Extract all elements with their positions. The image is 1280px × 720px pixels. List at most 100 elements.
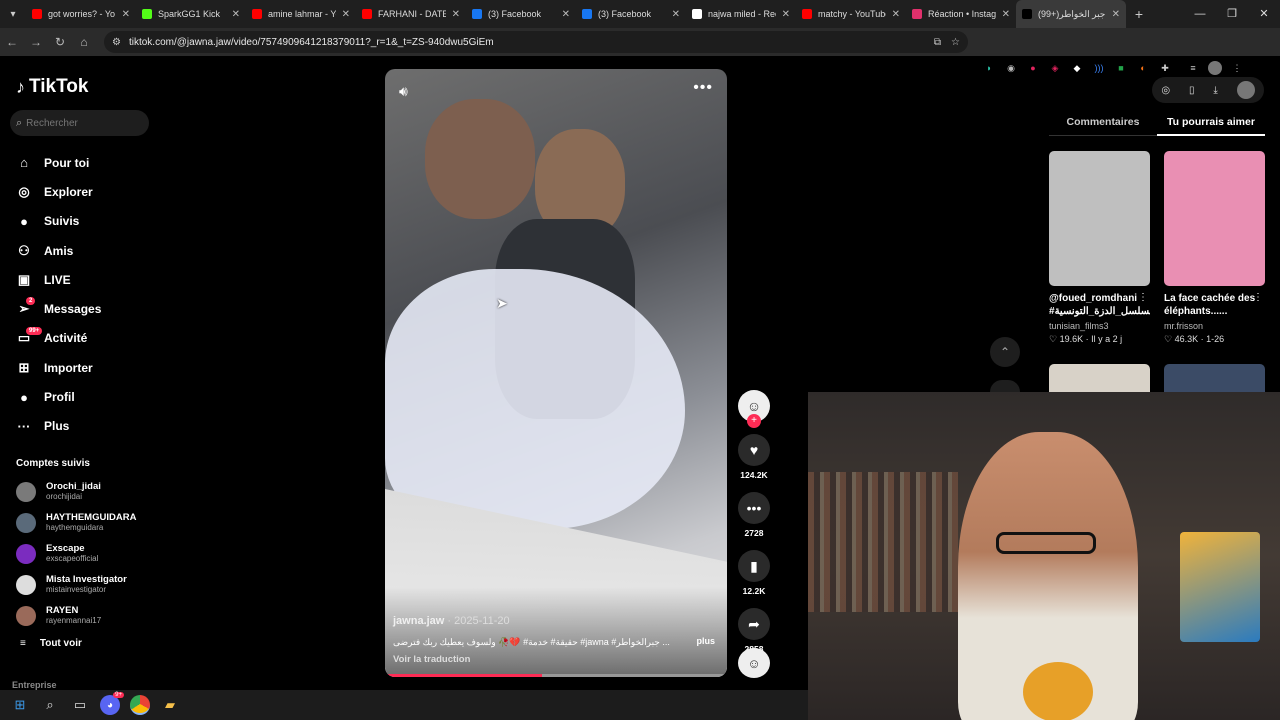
extension-pink-icon[interactable]: ◈ xyxy=(1048,61,1062,75)
browser-tab[interactable]: amine lahmar - Yo ✕ xyxy=(246,0,356,28)
followed-account[interactable]: Exscape exscapeofficial xyxy=(16,538,136,569)
reading-list-icon[interactable]: ≡ xyxy=(1186,61,1200,75)
extension-green-icon[interactable]: ■ xyxy=(1114,61,1128,75)
share-icon[interactable]: ➦ xyxy=(738,608,770,640)
home-button-icon[interactable]: ⌂ xyxy=(72,35,96,49)
tab-close-icon[interactable]: ✕ xyxy=(782,9,790,20)
forward-icon[interactable]: → xyxy=(24,35,48,49)
browser-tab[interactable]: SparkGG1 Kick ✕ xyxy=(136,0,246,28)
new-tab-icon[interactable]: + xyxy=(1126,6,1152,22)
card-more-icon[interactable]: ⋮ xyxy=(1253,292,1263,303)
recommended-video-card[interactable]: La face cachée des éléphants...... mr.fri… xyxy=(1164,151,1265,345)
restore-icon[interactable]: ❐ xyxy=(1216,0,1248,28)
previous-video-chevron-icon[interactable]: ⌃ xyxy=(990,337,1020,367)
recommended-video-card[interactable]: @foued_romdhani #مسلسل_الدزة_التونسية tun… xyxy=(1049,151,1150,345)
followed-account[interactable]: HAYTHEMGUIDARA haythemguidara xyxy=(16,507,136,538)
extension-orange-icon[interactable]: ◐ xyxy=(1136,61,1150,75)
see-all-button[interactable]: ≡ Tout voir xyxy=(20,638,82,649)
sound-disc-icon[interactable]: ☺ xyxy=(738,648,770,678)
followed-account[interactable]: Orochi_jidai orochijidai xyxy=(16,476,136,507)
card-more-icon[interactable]: ⋮ xyxy=(1138,292,1148,303)
profile-avatar-icon[interactable] xyxy=(1208,61,1222,75)
extensions-puzzle-icon[interactable]: ✚ xyxy=(1158,61,1172,75)
tab-close-icon[interactable]: ✕ xyxy=(562,9,570,20)
tiktok-logo[interactable]: ♪ TikTok xyxy=(16,76,88,98)
browser-menu-icon[interactable]: ⋮ xyxy=(1230,61,1244,75)
nav-item-pourtoi[interactable]: ⌂ Pour toi xyxy=(16,148,101,177)
nav-item-explorer[interactable]: ◎ Explorer xyxy=(16,177,101,206)
discord-icon[interactable]: ◕ 9+ xyxy=(100,692,124,715)
extension-diamond-icon[interactable]: ◆ xyxy=(1070,61,1084,75)
nav-item-suivis[interactable]: ● Suivis xyxy=(16,207,101,236)
video-more-icon[interactable]: ••• xyxy=(693,79,713,97)
tab-close-icon[interactable]: ✕ xyxy=(1002,9,1010,20)
video-player[interactable]: 🔊︎ ••• jawna.jaw · 2025-11-20 ... جبرالخ… xyxy=(385,69,727,677)
bookmark-star-icon[interactable]: ☆ xyxy=(951,37,960,48)
extension-red-icon[interactable]: ● xyxy=(1026,61,1040,75)
search-box[interactable]: ⌕ xyxy=(10,110,149,136)
save-button[interactable]: ▮ 12.2K xyxy=(738,550,770,596)
recommended-thumb-partial[interactable] xyxy=(1164,364,1265,394)
video-author[interactable]: jawna.jaw · 2025-11-20 xyxy=(393,615,510,627)
nav-item-plus[interactable]: ··· Plus xyxy=(16,412,101,441)
search-input[interactable] xyxy=(26,117,137,129)
tab-comments[interactable]: Commentaires xyxy=(1049,110,1157,136)
tab-recommended[interactable]: Tu pourrais aimer xyxy=(1157,110,1265,136)
follow-plus-icon[interactable]: + xyxy=(747,414,761,428)
tab-close-icon[interactable]: ✕ xyxy=(452,9,460,20)
nav-item-importer[interactable]: ⊞ Importer xyxy=(16,353,101,382)
card-user[interactable]: tunisian_films3 xyxy=(1049,321,1150,331)
nav-item-profil[interactable]: ● Profil xyxy=(16,382,101,411)
comment-icon[interactable]: ••• xyxy=(738,492,770,524)
video-thumbnail[interactable] xyxy=(1049,151,1150,286)
volume-icon[interactable]: 🔊︎ xyxy=(399,83,408,100)
address-bar[interactable]: ⚙ tiktok.com/@jawna.jaw/video/7574909641… xyxy=(104,31,968,53)
tab-close-icon[interactable]: ✕ xyxy=(342,9,350,20)
enterprise-link[interactable]: Entreprise xyxy=(12,680,57,690)
heart-icon[interactable]: ♥ xyxy=(738,434,770,466)
tab-close-icon[interactable]: ✕ xyxy=(122,9,130,20)
browser-tab[interactable]: (3) Facebook ✕ xyxy=(576,0,686,28)
nav-item-messages[interactable]: ➢ Messages 2 xyxy=(16,294,101,323)
taskbar-search-icon[interactable]: ⌕ xyxy=(40,695,60,715)
tab-close-icon[interactable]: ✕ xyxy=(892,9,900,20)
browser-tab[interactable]: (3) Facebook ✕ xyxy=(466,0,576,28)
browser-tab[interactable]: matchy - YouTube ✕ xyxy=(796,0,906,28)
card-user[interactable]: mr.frisson xyxy=(1164,321,1265,331)
browser-tab[interactable]: FARHANI - DATE ✕ xyxy=(356,0,466,28)
recommended-thumb-partial[interactable] xyxy=(1049,364,1150,394)
see-translation-link[interactable]: Voir la traduction xyxy=(393,654,470,665)
file-explorer-icon[interactable]: ▰ xyxy=(160,695,180,715)
next-video-button[interactable] xyxy=(990,380,1020,392)
nav-item-activit[interactable]: ▭ Activité 99+ xyxy=(16,324,101,353)
comment-button[interactable]: ••• 2728 xyxy=(738,492,770,538)
browser-tab[interactable]: najwa miled - Rec ✕ xyxy=(686,0,796,28)
caption-more-button[interactable]: plus xyxy=(696,636,715,646)
video-progress-bar[interactable] xyxy=(385,674,727,677)
creator-avatar[interactable]: ☺ + xyxy=(738,390,770,428)
browser-tab[interactable]: got worries? - Yo ✕ xyxy=(26,0,136,28)
explore-icon[interactable]: ◎ xyxy=(1161,85,1170,96)
tab-close-icon[interactable]: ✕ xyxy=(672,9,680,20)
task-view-icon[interactable]: ▭ xyxy=(70,695,90,715)
extension-camera-icon[interactable]: ◉ xyxy=(1004,61,1018,75)
site-info-icon[interactable]: ⚙ xyxy=(112,37,121,48)
minimize-icon[interactable]: — xyxy=(1184,0,1216,28)
extension-1-icon[interactable]: ◗ xyxy=(982,61,996,75)
browser-tab[interactable]: Réaction • Instag ✕ xyxy=(906,0,1016,28)
bookmark-icon[interactable]: ▮ xyxy=(738,550,770,582)
nav-item-live[interactable]: ▣ LIVE xyxy=(16,265,101,294)
extension-audio-icon[interactable]: ))) xyxy=(1092,61,1106,75)
tab-close-icon[interactable]: ✕ xyxy=(232,9,240,20)
chrome-icon[interactable] xyxy=(130,695,150,715)
nav-item-amis[interactable]: ⚇ Amis xyxy=(16,236,101,265)
back-icon[interactable]: ← xyxy=(0,35,24,49)
download-icon[interactable]: ⤓ xyxy=(1213,85,1217,96)
card-title[interactable]: La face cachée des éléphants...... xyxy=(1164,292,1265,318)
user-avatar[interactable] xyxy=(1236,81,1255,99)
video-thumbnail[interactable] xyxy=(1164,151,1265,286)
device-icon[interactable]: ▯ xyxy=(1189,85,1195,96)
tab-close-icon[interactable]: ✕ xyxy=(1112,9,1120,20)
followed-account[interactable]: RAYEN rayenmannai17 xyxy=(16,600,136,631)
tab-search-icon[interactable]: ▾ xyxy=(0,0,26,28)
